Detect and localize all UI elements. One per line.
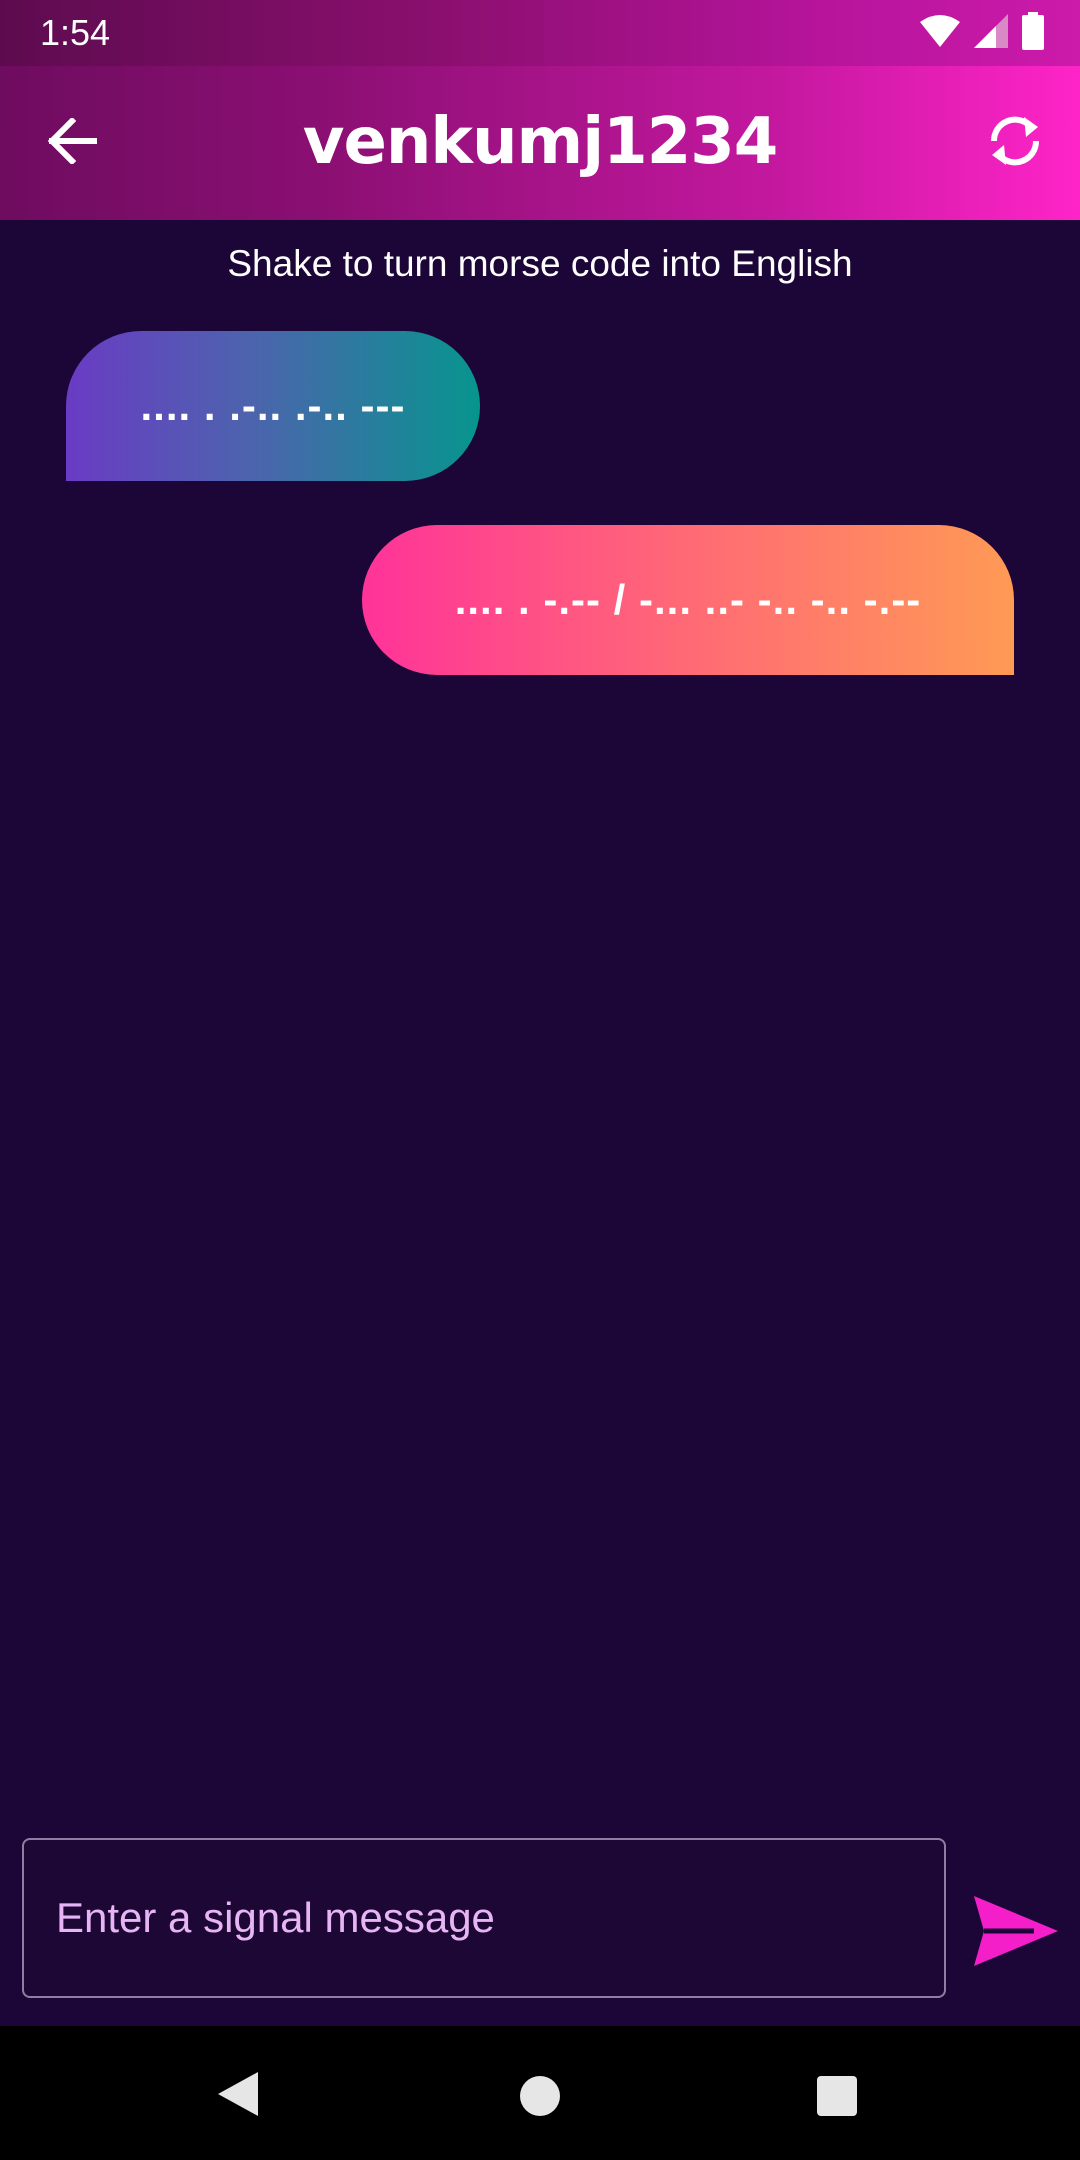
refresh-button[interactable] bbox=[980, 108, 1050, 178]
message-text: .... . .-.. .-.. --- bbox=[140, 382, 406, 429]
status-icons bbox=[920, 11, 1044, 55]
battery-icon bbox=[1022, 11, 1044, 55]
navigation-bar bbox=[0, 2026, 1080, 2160]
status-time: 1:54 bbox=[40, 12, 111, 53]
message-sent[interactable]: .... . -.-- / -... ..- -.. -.. -.-- bbox=[362, 525, 1014, 675]
message-text: .... . -.-- / -... ..- -.. -.. -.-- bbox=[454, 576, 922, 623]
message-input[interactable] bbox=[56, 1840, 916, 1996]
arrow-left-icon bbox=[47, 116, 97, 169]
back-button[interactable] bbox=[40, 111, 104, 175]
nav-home-icon[interactable] bbox=[520, 2076, 560, 2116]
send-button[interactable] bbox=[972, 1893, 1060, 1973]
app-bar: venkumj1234 bbox=[0, 66, 1080, 220]
refresh-icon bbox=[984, 115, 1046, 172]
status-bar: 1:54 bbox=[0, 0, 1080, 66]
nav-recents-icon[interactable] bbox=[817, 2076, 857, 2116]
chat-screen: 1:54 venkumj1234 Shake to turn morse cod… bbox=[0, 0, 1080, 2160]
conversation-title: venkumj1234 bbox=[302, 105, 779, 179]
send-icon bbox=[974, 1895, 1058, 1971]
wifi-icon bbox=[920, 14, 960, 53]
nav-back-icon[interactable] bbox=[216, 2070, 260, 2123]
message-received[interactable]: .... . .-.. .-.. --- bbox=[66, 331, 480, 481]
message-input-field[interactable] bbox=[22, 1838, 946, 1998]
shake-hint: Shake to turn morse code into English bbox=[227, 243, 853, 284]
signal-icon bbox=[974, 13, 1008, 53]
